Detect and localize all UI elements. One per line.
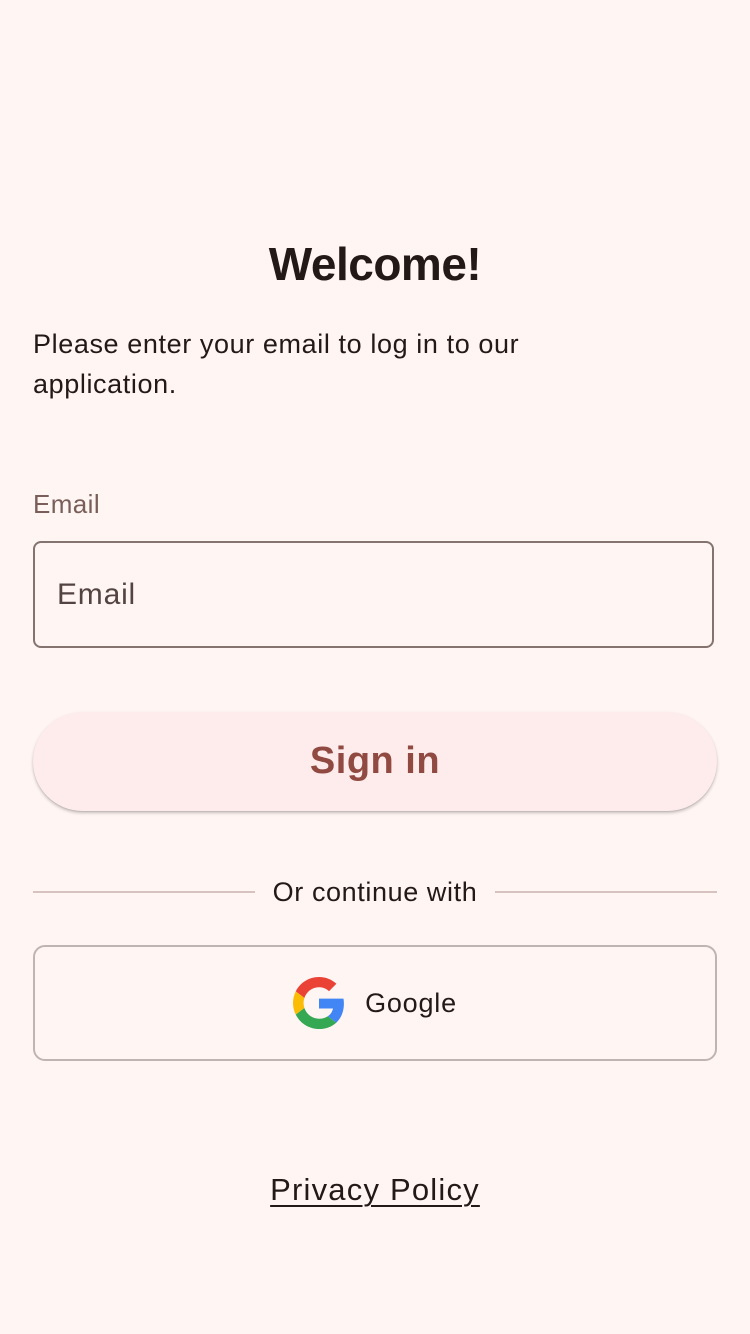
page-title: Welcome!: [268, 238, 482, 290]
divider-label: Or continue with: [272, 876, 478, 907]
sign-in-button[interactable]: Sign in: [33, 712, 717, 811]
email-input[interactable]: [33, 541, 714, 648]
email-field-label: Email: [33, 489, 101, 519]
google-sign-in-button[interactable]: Google: [33, 945, 717, 1061]
privacy-policy-link[interactable]: Privacy Policy: [270, 1172, 480, 1207]
divider-line-right: [495, 891, 718, 893]
login-instructions: Please enter your email to log in to our…: [33, 329, 520, 399]
divider-line-left: [33, 891, 255, 893]
footer: Privacy Policy: [0, 1170, 750, 1210]
continue-with-divider: Or continue with: [33, 870, 718, 914]
google-button-label: Google: [365, 987, 457, 1018]
google-logo-icon: [293, 977, 344, 1029]
